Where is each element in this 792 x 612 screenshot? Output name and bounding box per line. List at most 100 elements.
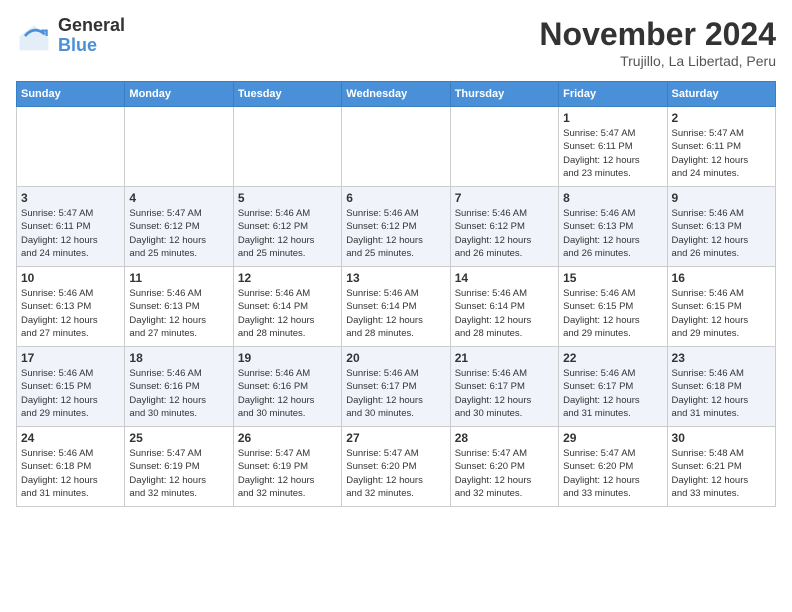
calendar-table: SundayMondayTuesdayWednesdayThursdayFrid… [16, 81, 776, 507]
day-number: 6 [346, 191, 445, 205]
day-number: 17 [21, 351, 120, 365]
day-number: 8 [563, 191, 662, 205]
calendar-cell: 6 Sunrise: 5:46 AM Sunset: 6:12 PM Daylig… [342, 187, 450, 267]
calendar-cell: 30 Sunrise: 5:48 AM Sunset: 6:21 PM Dayli… [667, 427, 775, 507]
page-header: General Blue November 2024 Trujillo, La … [16, 16, 776, 69]
day-info: Sunrise: 5:46 AM Sunset: 6:12 PM Dayligh… [238, 207, 337, 260]
calendar-cell: 13Sunrise: 5:46 AM Sunset: 6:14 PM Dayli… [342, 267, 450, 347]
day-number: 19 [238, 351, 337, 365]
calendar-cell: 7Sunrise: 5:46 AM Sunset: 6:12 PM Daylig… [450, 187, 558, 267]
day-info: Sunrise: 5:46 AM Sunset: 6:13 PM Dayligh… [672, 207, 771, 260]
calendar-cell: 12 Sunrise: 5:46 AM Sunset: 6:14 PM Dayli… [233, 267, 341, 347]
day-number: 14 [455, 271, 554, 285]
calendar-week-row: 1Sunrise: 5:47 AM Sunset: 6:11 PM Daylig… [17, 107, 776, 187]
calendar-cell: 5 Sunrise: 5:46 AM Sunset: 6:12 PM Daylig… [233, 187, 341, 267]
day-number: 23 [672, 351, 771, 365]
day-number: 5 [238, 191, 337, 205]
calendar-cell: 24 Sunrise: 5:46 AM Sunset: 6:18 PM Dayli… [17, 427, 125, 507]
calendar-cell: 29 Sunrise: 5:47 AM Sunset: 6:20 PM Dayli… [559, 427, 667, 507]
day-info: Sunrise: 5:47 AM Sunset: 6:19 PM Dayligh… [129, 447, 228, 500]
day-info: Sunrise: 5:46 AM Sunset: 6:14 PM Dayligh… [238, 287, 337, 340]
calendar-cell: 19 Sunrise: 5:46 AM Sunset: 6:16 PM Dayli… [233, 347, 341, 427]
page-title: November 2024 [539, 16, 776, 53]
calendar-week-row: 24 Sunrise: 5:46 AM Sunset: 6:18 PM Dayli… [17, 427, 776, 507]
day-number: 29 [563, 431, 662, 445]
day-number: 3 [21, 191, 120, 205]
calendar-cell: 20 Sunrise: 5:46 AM Sunset: 6:17 PM Dayli… [342, 347, 450, 427]
calendar-day-header: Thursday [450, 82, 558, 107]
day-info: Sunrise: 5:47 AM Sunset: 6:20 PM Dayligh… [455, 447, 554, 500]
logo-text: General Blue [58, 16, 125, 56]
day-number: 21 [455, 351, 554, 365]
calendar-cell: 26 Sunrise: 5:47 AM Sunset: 6:19 PM Dayli… [233, 427, 341, 507]
calendar-cell: 17 Sunrise: 5:46 AM Sunset: 6:15 PM Dayli… [17, 347, 125, 427]
calendar-cell: 10Sunrise: 5:46 AM Sunset: 6:13 PM Dayli… [17, 267, 125, 347]
calendar-cell [17, 107, 125, 187]
day-info: Sunrise: 5:46 AM Sunset: 6:15 PM Dayligh… [21, 367, 120, 420]
calendar-header-row: SundayMondayTuesdayWednesdayThursdayFrid… [17, 82, 776, 107]
day-number: 4 [129, 191, 228, 205]
calendar-cell: 9 Sunrise: 5:46 AM Sunset: 6:13 PM Daylig… [667, 187, 775, 267]
day-info: Sunrise: 5:47 AM Sunset: 6:20 PM Dayligh… [563, 447, 662, 500]
calendar-cell: 25 Sunrise: 5:47 AM Sunset: 6:19 PM Dayli… [125, 427, 233, 507]
calendar-cell: 21 Sunrise: 5:46 AM Sunset: 6:17 PM Dayli… [450, 347, 558, 427]
calendar-cell: 15Sunrise: 5:46 AM Sunset: 6:15 PM Dayli… [559, 267, 667, 347]
calendar-cell: 2Sunrise: 5:47 AM Sunset: 6:11 PM Daylig… [667, 107, 775, 187]
day-number: 12 [238, 271, 337, 285]
day-number: 28 [455, 431, 554, 445]
day-info: Sunrise: 5:47 AM Sunset: 6:12 PM Dayligh… [129, 207, 228, 260]
day-info: Sunrise: 5:47 AM Sunset: 6:11 PM Dayligh… [563, 127, 662, 180]
day-number: 16 [672, 271, 771, 285]
day-number: 10 [21, 271, 120, 285]
day-number: 26 [238, 431, 337, 445]
day-info: Sunrise: 5:46 AM Sunset: 6:16 PM Dayligh… [129, 367, 228, 420]
day-info: Sunrise: 5:47 AM Sunset: 6:20 PM Dayligh… [346, 447, 445, 500]
title-block: November 2024 Trujillo, La Libertad, Per… [539, 16, 776, 69]
day-info: Sunrise: 5:46 AM Sunset: 6:15 PM Dayligh… [672, 287, 771, 340]
day-info: Sunrise: 5:46 AM Sunset: 6:12 PM Dayligh… [346, 207, 445, 260]
calendar-cell: 4 Sunrise: 5:47 AM Sunset: 6:12 PM Daylig… [125, 187, 233, 267]
day-number: 9 [672, 191, 771, 205]
calendar-day-header: Friday [559, 82, 667, 107]
calendar-week-row: 17 Sunrise: 5:46 AM Sunset: 6:15 PM Dayli… [17, 347, 776, 427]
calendar-week-row: 10 Sunrise: 5:46 AM Sunset: 6:13 PM Dayli… [17, 267, 776, 347]
day-info: Sunrise: 5:46 AM Sunset: 6:13 PM Dayligh… [563, 207, 662, 260]
calendar-day-header: Monday [125, 82, 233, 107]
day-info: Sunrise: 5:46 AM Sunset: 6:12 PM Dayligh… [455, 207, 554, 260]
calendar-cell: 11 Sunrise: 5:46 AM Sunset: 6:13 PM Dayli… [125, 267, 233, 347]
day-info: Sunrise: 5:46 AM Sunset: 6:18 PM Dayligh… [21, 447, 120, 500]
calendar-cell [450, 107, 558, 187]
day-number: 25 [129, 431, 228, 445]
calendar-cell [233, 107, 341, 187]
calendar-day-header: Wednesday [342, 82, 450, 107]
calendar-cell [125, 107, 233, 187]
day-number: 22 [563, 351, 662, 365]
day-number: 30 [672, 431, 771, 445]
calendar-day-header: Sunday [17, 82, 125, 107]
day-info: Sunrise: 5:46 AM Sunset: 6:18 PM Dayligh… [672, 367, 771, 420]
day-info: Sunrise: 5:46 AM Sunset: 6:17 PM Dayligh… [455, 367, 554, 420]
day-number: 27 [346, 431, 445, 445]
calendar-cell: 14 Sunrise: 5:46 AM Sunset: 6:14 PM Dayli… [450, 267, 558, 347]
day-info: Sunrise: 5:46 AM Sunset: 6:14 PM Dayligh… [455, 287, 554, 340]
calendar-cell: 3 Sunrise: 5:47 AM Sunset: 6:11 PM Daylig… [17, 187, 125, 267]
page-subtitle: Trujillo, La Libertad, Peru [539, 53, 776, 69]
calendar-day-header: Tuesday [233, 82, 341, 107]
day-number: 2 [672, 111, 771, 125]
day-info: Sunrise: 5:46 AM Sunset: 6:13 PM Dayligh… [129, 287, 228, 340]
logo-icon [16, 18, 52, 54]
day-info: Sunrise: 5:47 AM Sunset: 6:11 PM Dayligh… [21, 207, 120, 260]
day-info: Sunrise: 5:46 AM Sunset: 6:16 PM Dayligh… [238, 367, 337, 420]
day-number: 20 [346, 351, 445, 365]
day-number: 13 [346, 271, 445, 285]
calendar-day-header: Saturday [667, 82, 775, 107]
day-number: 18 [129, 351, 228, 365]
day-info: Sunrise: 5:47 AM Sunset: 6:19 PM Dayligh… [238, 447, 337, 500]
day-number: 24 [21, 431, 120, 445]
day-number: 11 [129, 271, 228, 285]
day-info: Sunrise: 5:46 AM Sunset: 6:17 PM Dayligh… [346, 367, 445, 420]
calendar-cell: 16 Sunrise: 5:46 AM Sunset: 6:15 PM Dayli… [667, 267, 775, 347]
calendar-week-row: 3 Sunrise: 5:47 AM Sunset: 6:11 PM Daylig… [17, 187, 776, 267]
calendar-cell: 22Sunrise: 5:46 AM Sunset: 6:17 PM Dayli… [559, 347, 667, 427]
day-info: Sunrise: 5:48 AM Sunset: 6:21 PM Dayligh… [672, 447, 771, 500]
